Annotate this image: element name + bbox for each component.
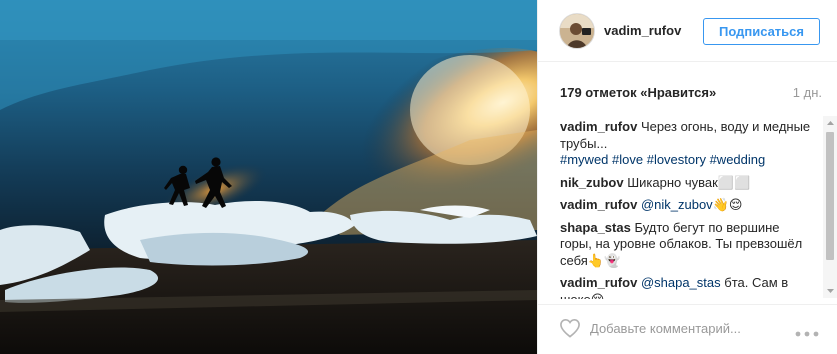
photo-image [0,0,537,354]
comment-text: 👋😌 [712,197,743,212]
avatar-image [560,14,594,48]
post-username[interactable]: vadim_rufov [604,23,681,38]
comment-username[interactable]: nik_zubov [560,175,624,190]
more-options-icon[interactable] [795,325,819,337]
comment-username[interactable]: vadim_rufov [560,119,637,134]
post-photo[interactable] [0,0,537,354]
comment-username[interactable]: vadim_rufov [560,275,637,290]
comments-scrollbar[interactable] [823,116,837,298]
post-header: vadim_rufov Подписаться [538,0,837,62]
add-comment-input[interactable] [590,318,780,338]
comment-hashtags[interactable]: #mywed #love #lovestory #wedding [560,152,814,169]
scroll-down-arrow-icon[interactable] [823,284,837,298]
comment-mention[interactable]: @nik_zubov [641,197,713,212]
comments-list[interactable]: vadim_rufov Через огонь, воду и медные т… [560,119,814,299]
comment-item: vadim_rufov @shapa_stas бта. Сам в шоке😌 [560,275,814,299]
comment-mention[interactable]: @shapa_stas [641,275,721,290]
post-modal: vadim_rufov Подписаться 179 отметок «Нра… [0,0,837,354]
post-side-panel: vadim_rufov Подписаться 179 отметок «Нра… [537,0,837,354]
comment-text: Шикарно чувак⬜⬜ [627,174,751,190]
likes-count[interactable]: 179 отметок «Нравится» [560,85,716,100]
comment-item: vadim_rufov Через огонь, воду и медные т… [560,119,814,169]
likes-row: 179 отметок «Нравится» 1 дн. [560,85,822,100]
comment-composer [538,304,837,354]
comment-item: shapa_stas Будто бегут по вершине горы, … [560,220,814,270]
heart-icon[interactable] [559,318,581,338]
avatar[interactable] [559,13,595,49]
follow-button[interactable]: Подписаться [703,18,820,45]
post-time[interactable]: 1 дн. [793,85,822,100]
scrollbar-thumb[interactable] [826,132,834,260]
comment-item: nik_zubov Шикарно чувак⬜⬜ [560,175,814,192]
comment-item: vadim_rufov @nik_zubov👋😌 [560,197,814,214]
comment-username[interactable]: vadim_rufov [560,197,637,212]
scroll-up-arrow-icon[interactable] [823,116,837,130]
comment-username[interactable]: shapa_stas [560,220,631,235]
